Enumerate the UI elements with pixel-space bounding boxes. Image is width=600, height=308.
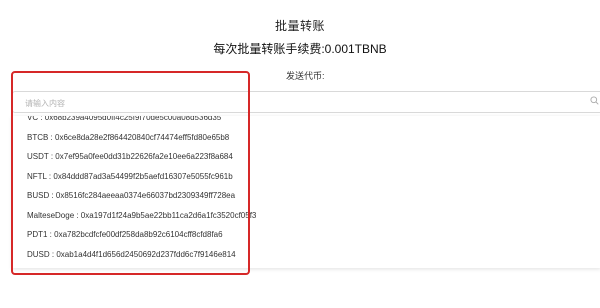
search-icon xyxy=(590,96,599,105)
token-option[interactable]: MalteseDoge : 0xa197d1f24a9b5ae22bb11ca2… xyxy=(12,206,600,226)
token-list: VC : 0x68b239a4095d0ff4c25f9f70de5c00a08… xyxy=(12,116,600,264)
token-option[interactable]: BTCB : 0x6ce8da28e2f864420840cf74474eff5… xyxy=(12,128,600,148)
token-option[interactable]: PDT1 : 0xa782bcdfcfe00df258da8b92c6104cf… xyxy=(12,225,600,245)
token-search-input[interactable] xyxy=(23,95,587,112)
token-option[interactable]: VC : 0x68b239a4095d0ff4c25f9f70de5c00a08… xyxy=(12,116,600,128)
token-dropdown: VC : 0x68b239a4095d0ff4c25f9f70de5c00a08… xyxy=(12,116,600,268)
page-title: 批量转账 xyxy=(274,19,325,33)
send-token-label: 发送代币: xyxy=(286,71,325,81)
token-option[interactable]: BUSD : 0x8516fc284aeeaa0374e66037bd23093… xyxy=(12,186,600,206)
token-option[interactable]: NFTL : 0x84ddd87ad3a54499f2b5aefd16307e5… xyxy=(12,167,600,187)
token-option[interactable]: DUSD : 0xab1a4d4f1d656d2450692d237fdd6c7… xyxy=(12,245,600,265)
token-option[interactable]: USDT : 0x7ef95a0fee0dd31b22626fa2e10ee6a… xyxy=(12,147,600,167)
fee-text: 每次批量转账手续费:0.001TBNB xyxy=(213,42,387,56)
token-search-box[interactable] xyxy=(12,91,600,113)
